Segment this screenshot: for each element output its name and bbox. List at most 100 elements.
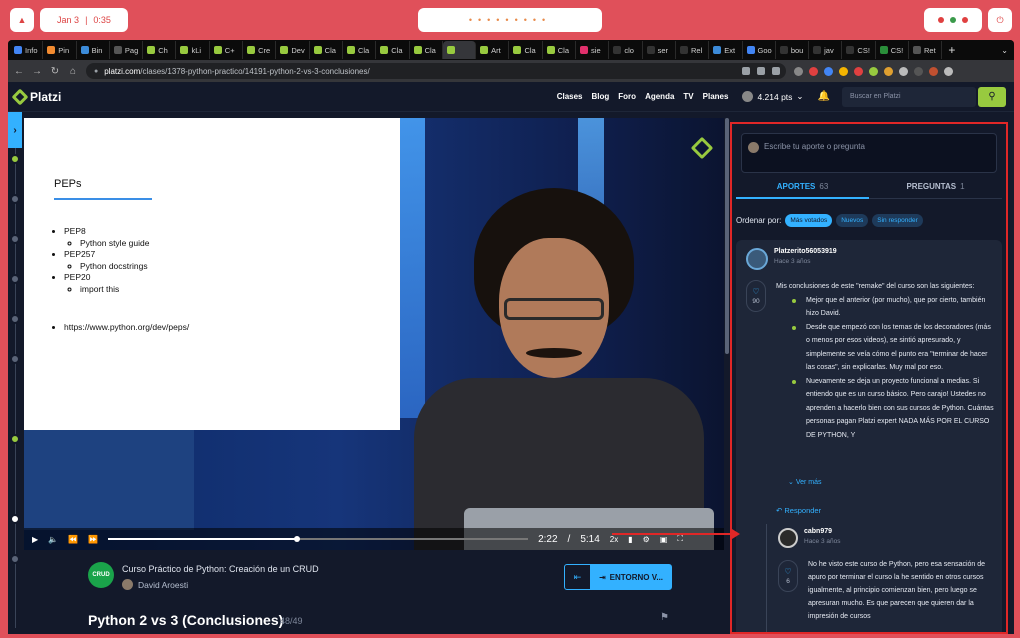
browser-tab[interactable]: Dev (276, 41, 310, 59)
avatar[interactable] (778, 528, 798, 548)
fullscreen-icon[interactable]: ⛶ (677, 534, 683, 544)
chip-nuevos[interactable]: Nuevos (836, 214, 869, 227)
browser-tab[interactable]: Goo (743, 41, 776, 59)
rail-class-dot[interactable] (10, 434, 20, 444)
tab-aportes[interactable]: APORTES 63 (736, 182, 869, 199)
browser-tab[interactable]: Cla (310, 41, 343, 59)
browser-tab[interactable]: Cla (376, 41, 410, 59)
reply-like-button[interactable]: ♡ 6 (778, 560, 798, 592)
puzzle-icon[interactable] (899, 66, 908, 76)
browser-tab[interactable]: Art (476, 41, 510, 59)
nav-item-clases[interactable]: Clases (557, 92, 583, 101)
browser-tab[interactable]: Ext (709, 41, 743, 59)
page-scrollbar-thumb[interactable] (725, 118, 729, 354)
browser-tab[interactable]: Cla (410, 41, 443, 59)
video-player[interactable]: PEPs PEP8 Python style guidePEP257 Python … (24, 118, 724, 550)
forward-icon[interactable]: ⏩ (88, 535, 98, 544)
browser-tab[interactable]: Ret (909, 41, 943, 59)
rail-class-dot[interactable] (10, 554, 20, 564)
nav-item-foro[interactable]: Foro (618, 92, 636, 101)
rail-current-dot[interactable] (10, 514, 20, 524)
tab-preguntas[interactable]: PREGUNTAS 1 (869, 182, 1002, 199)
sidebar-icon[interactable] (914, 66, 923, 76)
browser-tab[interactable]: Rel (676, 41, 710, 59)
browser-tab[interactable]: Cla (543, 41, 577, 59)
extension-icon[interactable] (839, 66, 848, 76)
browser-tab[interactable]: Cla (343, 41, 377, 59)
rail-class-dot[interactable] (10, 154, 20, 164)
nav-item-blog[interactable]: Blog (592, 92, 610, 101)
ver-mas-button[interactable]: ⌄ Ver más (788, 478, 822, 486)
environment-button[interactable]: ⇤ ⇥ ENTORNO V... (564, 564, 672, 590)
browser-tab[interactable]: jav (809, 41, 843, 59)
rail-class-dot[interactable] (10, 314, 20, 324)
zoom-icon[interactable] (757, 67, 765, 75)
home-icon[interactable]: ⌂ (68, 66, 78, 77)
browser-tab[interactable]: Bin (77, 41, 110, 59)
bookmark-icon[interactable]: ▮ (628, 535, 632, 544)
user-points[interactable]: 4.214 pts ⌄ (742, 91, 804, 102)
browser-tab[interactable]: CS! (876, 41, 910, 59)
forward-icon[interactable]: → (32, 66, 42, 77)
nav-item-planes[interactable]: Planes (703, 92, 729, 101)
volume-icon[interactable]: 🔈 (48, 535, 58, 544)
course-badge[interactable]: CRUD (88, 562, 114, 588)
rail-class-dot[interactable] (10, 194, 20, 204)
browser-tab[interactable]: Cla (509, 41, 543, 59)
environment-label-wrap[interactable]: ⇥ ENTORNO V... (591, 565, 671, 589)
reload-icon[interactable]: ↻ (50, 66, 60, 77)
extension-icon[interactable] (869, 66, 878, 76)
chevron-right-icon[interactable]: › (8, 112, 22, 148)
contribution-input[interactable]: Escribe tu aporte o pregunta (741, 133, 997, 173)
back-icon[interactable]: ← (14, 66, 24, 77)
search-input[interactable]: Buscar en Platzi (842, 86, 976, 107)
browser-tab[interactable]: Ch (143, 41, 177, 59)
browser-tab[interactable]: CS! (842, 41, 876, 59)
browser-tab[interactable]: Pin (43, 41, 77, 59)
nav-item-agenda[interactable]: Agenda (645, 92, 674, 101)
course-title[interactable]: Curso Práctico de Python: Creación de un… (122, 564, 319, 574)
search-button[interactable]: ⚲ (978, 86, 1006, 107)
extension-icon[interactable] (809, 66, 818, 76)
launcher-button[interactable]: ▲ (10, 8, 34, 32)
power-button[interactable]: ⏻ (988, 8, 1012, 32)
extension-icon[interactable] (794, 66, 803, 76)
extension-icon[interactable] (884, 66, 893, 76)
pip-icon[interactable]: ▣ (660, 535, 668, 544)
flag-icon[interactable]: ⚑ (660, 612, 669, 623)
browser-tab[interactable]: clo (609, 41, 643, 59)
share-icon[interactable] (742, 67, 750, 75)
reply-author-name[interactable]: cabn979 (804, 528, 841, 535)
rail-class-dot[interactable] (10, 354, 20, 364)
browser-tab[interactable]: bou (776, 41, 810, 59)
browser-tab[interactable]: Pag (110, 41, 144, 59)
profile-avatar[interactable] (929, 66, 938, 76)
bell-icon[interactable]: 🔔 (818, 91, 830, 102)
browser-tab[interactable]: ser (643, 41, 676, 59)
like-button[interactable]: ♡ 90 (746, 280, 766, 312)
bookmark-star-icon[interactable] (772, 67, 780, 75)
speed-button[interactable]: 2x (610, 535, 618, 544)
nav-item-tv[interactable]: TV (683, 92, 693, 101)
reply-button[interactable]: ↶ Responder (776, 506, 821, 515)
extension-icon[interactable] (824, 66, 833, 76)
url-field[interactable]: ● platzi.com/clases/1378-python-practico… (86, 63, 786, 79)
menu-icon[interactable] (944, 66, 953, 76)
browser-tab[interactable] (442, 41, 477, 59)
browser-tab[interactable]: C+ (210, 41, 244, 59)
settings-icon[interactable]: ⚙ (643, 535, 650, 544)
progress-bar[interactable] (108, 536, 529, 542)
teacher[interactable]: David Aroesti (122, 579, 188, 590)
new-tab-button[interactable]: + (948, 43, 955, 57)
chip-sin-responder[interactable]: Sin responder (872, 214, 923, 227)
avatar[interactable] (746, 248, 768, 270)
platzi-logo[interactable]: Platzi (11, 88, 61, 105)
clock-widget[interactable]: Jan 3 | 0:35 (40, 8, 128, 32)
browser-tab[interactable]: sie (576, 41, 610, 59)
play-icon[interactable]: ▶ (32, 535, 38, 544)
progress-handle[interactable] (294, 536, 301, 542)
browser-tab[interactable]: kLi (176, 41, 210, 59)
prev-arrow-icon[interactable]: ⇤ (565, 565, 591, 589)
rail-class-dot[interactable] (10, 274, 20, 284)
rewind-icon[interactable]: ⏪ (68, 535, 78, 544)
